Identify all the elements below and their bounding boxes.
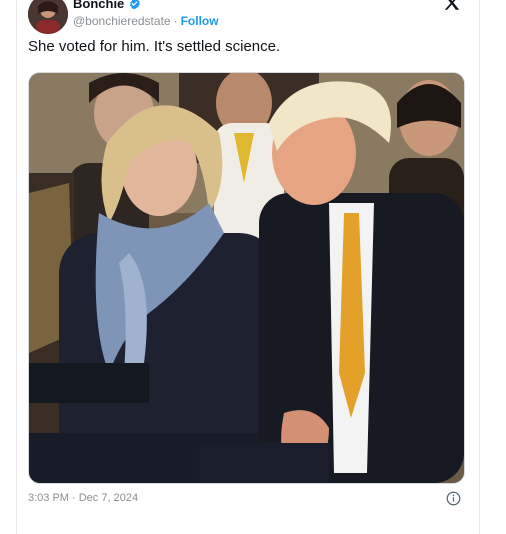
avatar-image xyxy=(28,0,68,34)
author-handle-row: @bonchieredstate · Follow xyxy=(73,14,219,28)
info-icon[interactable] xyxy=(446,491,461,506)
verified-badge-icon xyxy=(130,0,141,10)
tweet-text: She voted for him. It's settled science. xyxy=(28,38,281,55)
tweet-timestamp[interactable]: 3:03 PM · Dec 7, 2024 xyxy=(28,492,138,504)
author-name-row: Bonchie xyxy=(73,0,141,11)
tweet-photo[interactable] xyxy=(28,72,465,484)
author-display-name[interactable]: Bonchie xyxy=(73,0,124,11)
author-handle[interactable]: @bonchieredstate xyxy=(73,14,171,28)
photo-image xyxy=(29,73,464,483)
tweet-card: Bonchie @bonchieredstate · Follow She vo… xyxy=(16,0,480,534)
handle-separator: · xyxy=(173,14,178,28)
x-logo-icon[interactable] xyxy=(443,0,461,12)
follow-button[interactable]: Follow xyxy=(181,14,219,28)
author-avatar[interactable] xyxy=(28,0,68,34)
